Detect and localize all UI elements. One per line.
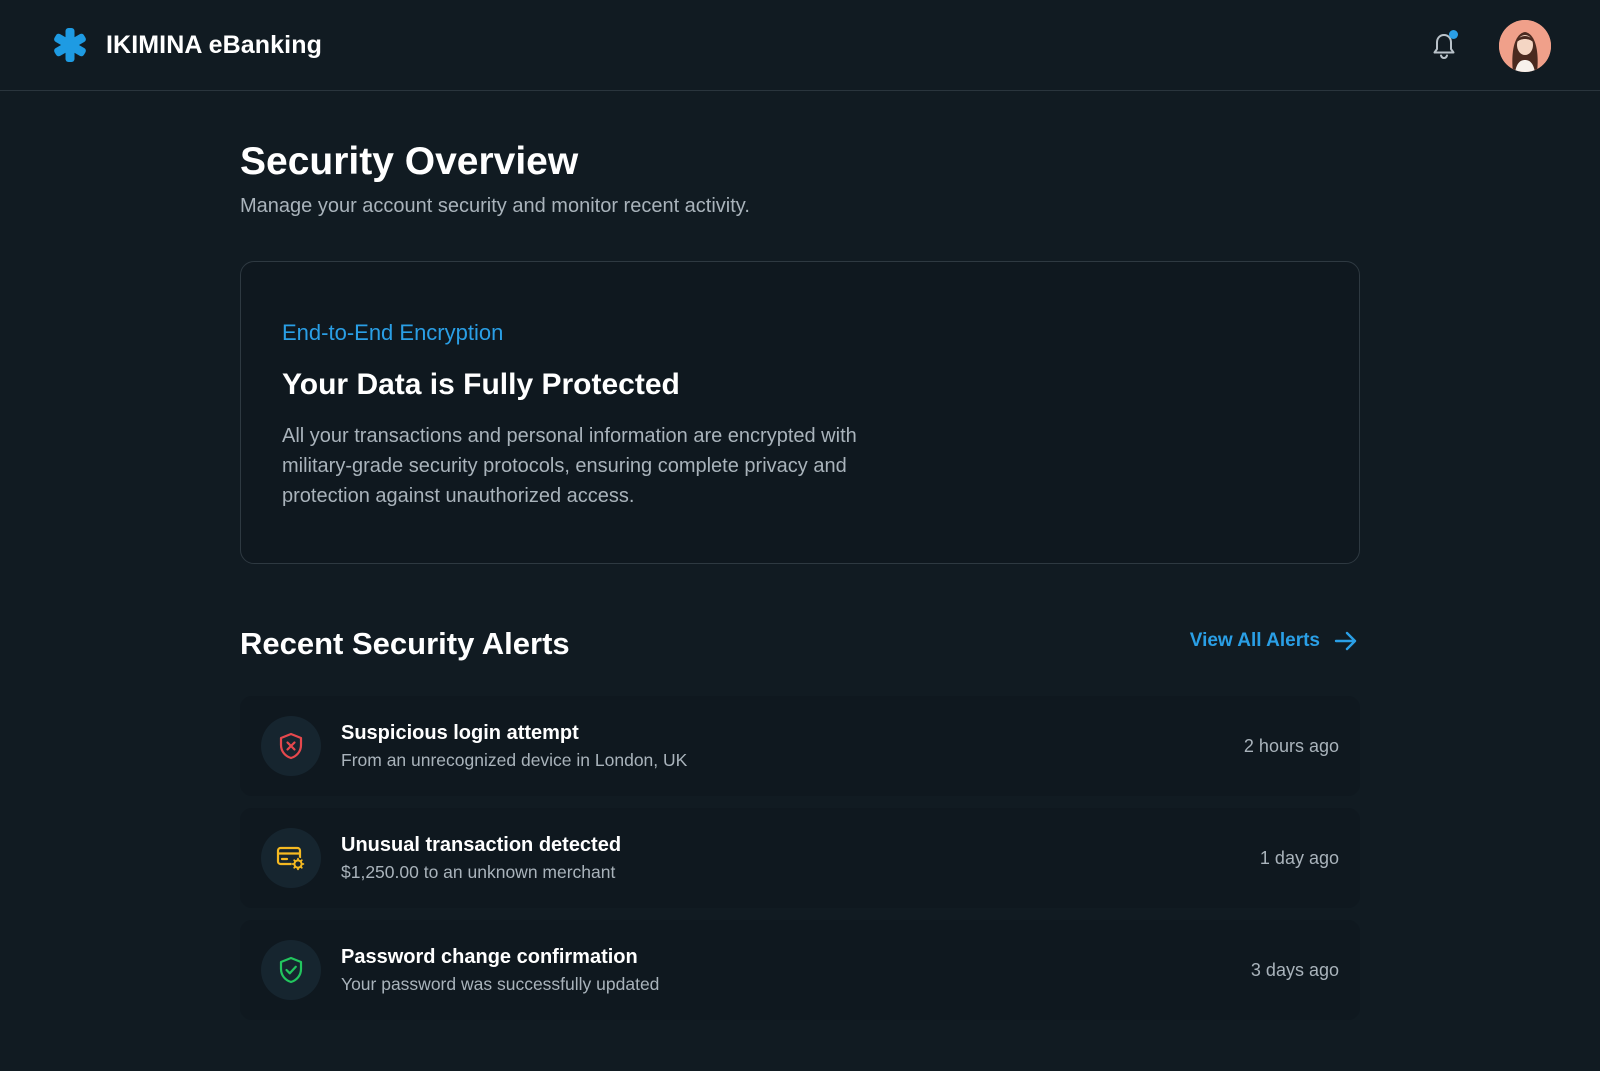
shield-check-icon	[279, 956, 303, 984]
alert-item-password-change[interactable]: Password change confirmation Your passwo…	[240, 920, 1360, 1020]
alert-icon-badge	[261, 716, 321, 776]
alert-icon-badge	[261, 940, 321, 1000]
app-name: IKIMINA eBanking	[106, 30, 322, 59]
alerts-list: Suspicious login attempt From an unrecog…	[240, 696, 1360, 1032]
notification-indicator	[1449, 30, 1458, 39]
user-avatar[interactable]	[1499, 20, 1551, 72]
encryption-card: End-to-End Encryption Your Data is Fully…	[240, 261, 1360, 564]
notifications-button[interactable]	[1430, 30, 1460, 62]
alert-icon-badge	[261, 828, 321, 888]
alerts-section-title: Recent Security Alerts	[240, 626, 570, 661]
alert-title: Unusual transaction detected	[341, 834, 622, 856]
alert-item-unusual-transaction[interactable]: Unusual transaction detected $1,250.00 t…	[240, 808, 1360, 908]
encryption-title: Your Data is Fully Protected	[282, 368, 680, 401]
arrow-right-icon	[1334, 631, 1357, 651]
alert-description: From an unrecognized device in London, U…	[341, 750, 688, 770]
brand[interactable]: IKIMINA eBanking	[52, 27, 322, 63]
alert-timestamp: 1 day ago	[1259, 848, 1339, 868]
encryption-description: All your transactions and personal infor…	[282, 425, 857, 507]
alert-timestamp: 2 hours ago	[1243, 736, 1339, 756]
alert-description: $1,250.00 to an unknown merchant	[341, 862, 616, 882]
top-navigation-bar: IKIMINA eBanking	[0, 0, 1600, 91]
page-title: Security Overview	[240, 140, 579, 183]
alert-title: Suspicious login attempt	[341, 722, 579, 744]
alert-title: Password change confirmation	[341, 946, 638, 968]
asterisk-logo-icon	[54, 28, 86, 62]
alert-item-suspicious-login[interactable]: Suspicious login attempt From an unrecog…	[240, 696, 1360, 796]
view-all-alerts-link[interactable]: View All Alerts	[1190, 630, 1358, 652]
shield-x-icon	[279, 732, 303, 760]
page-subtitle: Manage your account security and monitor…	[240, 195, 750, 217]
alert-description: Your password was successfully updated	[341, 974, 660, 994]
encryption-kicker: End-to-End Encryption	[282, 320, 504, 345]
avatar-portrait-icon	[1499, 20, 1551, 72]
view-all-alerts-label: View All Alerts	[1189, 630, 1320, 651]
card-settings-icon	[276, 846, 305, 871]
alert-timestamp: 3 days ago	[1250, 960, 1339, 980]
